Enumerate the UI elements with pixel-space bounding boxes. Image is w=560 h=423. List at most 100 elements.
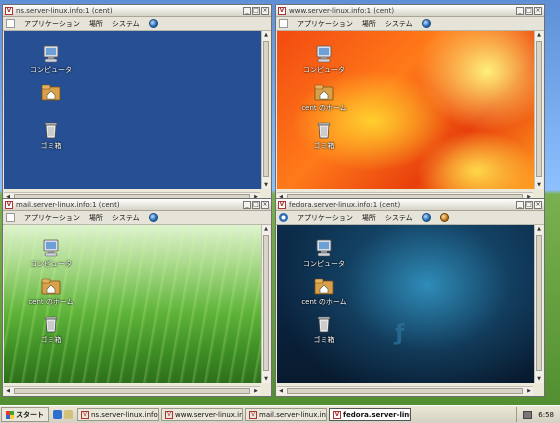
menu-item[interactable]: システム (385, 19, 413, 29)
minimize-button[interactable]: _ (243, 200, 251, 209)
vnc-window-2[interactable]: V www.server-linux.info:1 (cent) _ □ × ア… (275, 4, 545, 203)
desktop-computer-icon[interactable]: コンピュータ (21, 45, 81, 75)
quick-launch (53, 410, 73, 419)
taskbar-button[interactable]: Vns.server-linux.info:1 ... (77, 408, 159, 421)
vnc-window-4[interactable]: V fedora.server-linux.info:1 (cent) _ □ … (275, 198, 545, 397)
desktop-area[interactable]: コンピュータ cent のホーム ゴミ箱 (4, 225, 261, 383)
maximize-button[interactable]: □ (525, 200, 533, 209)
desktop-computer-icon[interactable]: コンピュータ (21, 239, 81, 269)
desktop-icon-label: cent のホーム (301, 298, 347, 306)
menu-item[interactable]: 場所 (362, 19, 376, 29)
desktop-area[interactable]: ƒ コンピュータ cent のホーム ゴミ箱 (277, 225, 534, 383)
web-browser-icon[interactable] (421, 213, 431, 222)
system-tray: 6:58 (516, 407, 560, 422)
scroll-right-arrow-icon[interactable]: ▶ (252, 387, 260, 395)
scroll-down-arrow-icon[interactable]: ▼ (535, 181, 543, 189)
scroll-down-arrow-icon[interactable]: ▼ (535, 375, 543, 383)
window-titlebar[interactable]: V ns.server-linux.info:1 (cent) _ □ × (3, 5, 271, 17)
window-titlebar[interactable]: V www.server-linux.info:1 (cent) _ □ × (276, 5, 544, 17)
fedora-logo-icon[interactable] (279, 213, 288, 222)
vnc-window-1[interactable]: V ns.server-linux.info:1 (cent) _ □ × アプ… (2, 4, 272, 203)
vertical-scroll-thumb[interactable] (536, 235, 542, 371)
window-titlebar[interactable]: V mail.server-linux.info:1 (cent) _ □ × (3, 199, 271, 211)
minimize-button[interactable]: _ (516, 200, 524, 209)
desktop-trash-icon[interactable]: ゴミ箱 (294, 121, 354, 151)
maximize-button[interactable]: □ (252, 200, 260, 209)
window-title: www.server-linux.info:1 (cent) (289, 6, 395, 15)
horizontal-scroll-thumb[interactable] (287, 388, 523, 394)
gnome-top-panel: アプリケーション 場所 システム (3, 17, 271, 31)
desktop-home-folder-icon[interactable]: cent のホーム (294, 83, 354, 113)
vertical-scroll-thumb[interactable] (263, 41, 269, 177)
maximize-button[interactable]: □ (252, 6, 260, 15)
scroll-down-arrow-icon[interactable]: ▼ (262, 181, 270, 189)
desktop-trash-icon[interactable]: ゴミ箱 (21, 121, 81, 151)
menu-item[interactable]: システム (385, 213, 413, 223)
menu-item[interactable]: アプリケーション (297, 19, 353, 29)
minimize-button[interactable]: _ (516, 6, 524, 15)
menu-item[interactable]: システム (112, 213, 140, 223)
scroll-up-arrow-icon[interactable]: ▲ (262, 225, 270, 233)
close-button[interactable]: × (534, 6, 542, 15)
scroll-up-arrow-icon[interactable]: ▲ (535, 225, 543, 233)
menu-item[interactable]: 場所 (89, 213, 103, 223)
vnc-window-3[interactable]: V mail.server-linux.info:1 (cent) _ □ × … (2, 198, 272, 397)
folder-icon[interactable] (64, 410, 73, 419)
desktop-computer-icon[interactable]: コンピュータ (294, 45, 354, 75)
maximize-button[interactable]: □ (525, 6, 533, 15)
desktop-area[interactable]: コンピュータ cent のホーム ゴミ箱 (277, 31, 534, 189)
menu-item[interactable]: アプリケーション (297, 213, 353, 223)
taskbar-button[interactable]: Vmail.server-linux.info:1... (245, 408, 327, 421)
vertical-scroll-thumb[interactable] (263, 235, 269, 371)
web-browser-icon[interactable] (148, 213, 158, 222)
vertical-scrollbar[interactable]: ▲ ▼ (261, 225, 270, 383)
vnc-icon: V (5, 200, 13, 209)
desktop-computer-icon[interactable]: コンピュータ (294, 239, 354, 269)
web-browser-icon[interactable] (148, 19, 158, 28)
menu-item[interactable]: アプリケーション (24, 19, 80, 29)
scroll-up-arrow-icon[interactable]: ▲ (535, 31, 543, 39)
gnome-foot-icon[interactable] (6, 19, 15, 28)
menu-item[interactable]: システム (112, 19, 140, 29)
desktop-area[interactable]: コンピュータ ゴミ箱 (4, 31, 261, 189)
taskbar-button[interactable]: Vwww.server-linux.info... (161, 408, 243, 421)
menu-item[interactable]: 場所 (362, 213, 376, 223)
window-titlebar[interactable]: V fedora.server-linux.info:1 (cent) _ □ … (276, 199, 544, 211)
task-list: Vns.server-linux.info:1 ...Vwww.server-l… (77, 408, 413, 421)
close-button[interactable]: × (261, 6, 269, 15)
desktop-home-folder-icon[interactable]: cent のホーム (21, 277, 81, 307)
gnome-foot-icon[interactable] (279, 19, 288, 28)
vertical-scrollbar[interactable]: ▲ ▼ (534, 225, 543, 383)
close-button[interactable]: × (534, 200, 542, 209)
vnc-icon: V (165, 410, 173, 419)
vertical-scroll-thumb[interactable] (536, 41, 542, 177)
menu-item[interactable]: アプリケーション (24, 213, 80, 223)
mail-client-icon[interactable] (439, 213, 449, 222)
scroll-left-arrow-icon[interactable]: ◀ (4, 387, 12, 395)
horizontal-scrollbar[interactable]: ◀ ▶ (4, 386, 260, 395)
scroll-right-arrow-icon[interactable]: ▶ (525, 387, 533, 395)
desktop-home-folder-icon[interactable]: cent のホーム (294, 277, 354, 307)
window-title: fedora.server-linux.info:1 (cent) (289, 200, 401, 209)
horizontal-scrollbar[interactable]: ◀ ▶ (277, 386, 533, 395)
ie-icon[interactable] (53, 410, 62, 419)
vertical-scrollbar[interactable]: ▲ ▼ (261, 31, 270, 189)
scroll-up-arrow-icon[interactable]: ▲ (262, 31, 270, 39)
start-button[interactable]: スタート (1, 407, 49, 422)
scroll-down-arrow-icon[interactable]: ▼ (262, 375, 270, 383)
desktop-trash-icon[interactable]: ゴミ箱 (21, 315, 81, 345)
vertical-scrollbar[interactable]: ▲ ▼ (534, 31, 543, 189)
taskbar-button[interactable]: Vfedora.server-linux.... (329, 408, 411, 421)
scroll-left-arrow-icon[interactable]: ◀ (277, 387, 285, 395)
network-tray-icon[interactable] (523, 410, 533, 419)
computer-icon (21, 45, 81, 63)
desktop-trash-icon[interactable]: ゴミ箱 (294, 315, 354, 345)
menu-item[interactable]: 場所 (89, 19, 103, 29)
minimize-button[interactable]: _ (243, 6, 251, 15)
gnome-foot-icon[interactable] (6, 213, 15, 222)
web-browser-icon[interactable] (421, 19, 431, 28)
desktop-icon-label: コンピュータ (30, 260, 72, 268)
desktop-home-folder-icon[interactable] (21, 83, 81, 103)
close-button[interactable]: × (261, 200, 269, 209)
horizontal-scroll-thumb[interactable] (14, 388, 250, 394)
